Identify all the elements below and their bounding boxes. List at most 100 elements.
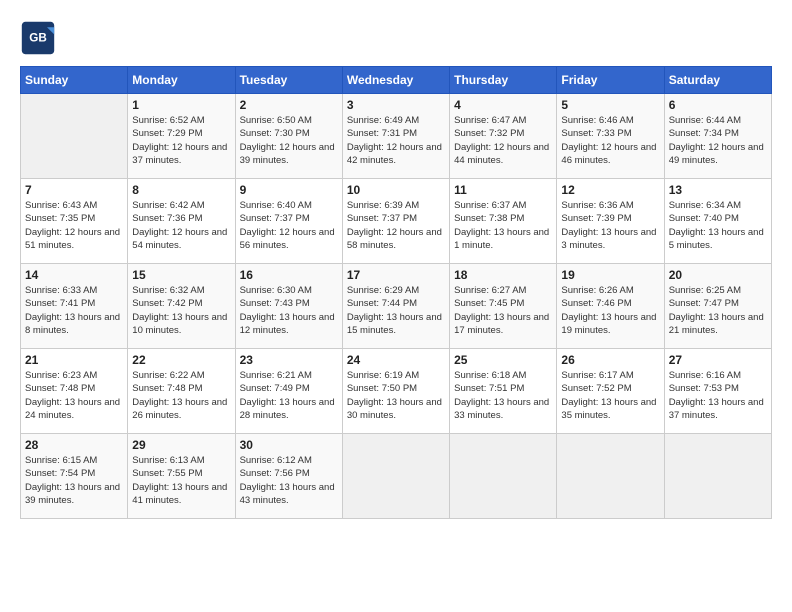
day-info: Sunrise: 6:25 AMSunset: 7:47 PMDaylight:… (669, 284, 767, 337)
weekday-header-friday: Friday (557, 67, 664, 94)
day-number: 15 (132, 268, 230, 282)
calendar-day-cell: 26 Sunrise: 6:17 AMSunset: 7:52 PMDayligh… (557, 349, 664, 434)
calendar-day-cell: 12 Sunrise: 6:36 AMSunset: 7:39 PMDayligh… (557, 179, 664, 264)
day-number: 25 (454, 353, 552, 367)
day-info: Sunrise: 6:15 AMSunset: 7:54 PMDaylight:… (25, 454, 123, 507)
calendar-day-cell: 10 Sunrise: 6:39 AMSunset: 7:37 PMDayligh… (342, 179, 449, 264)
day-info: Sunrise: 6:18 AMSunset: 7:51 PMDaylight:… (454, 369, 552, 422)
day-number: 23 (240, 353, 338, 367)
day-number: 6 (669, 98, 767, 112)
empty-calendar-cell (21, 94, 128, 179)
weekday-header-sunday: Sunday (21, 67, 128, 94)
day-number: 1 (132, 98, 230, 112)
calendar-day-cell: 22Sunrise: 6:22 AMSunset: 7:48 PMDayligh… (128, 349, 235, 434)
logo-icon: GB (20, 20, 56, 56)
svg-text:GB: GB (29, 32, 47, 45)
day-info: Sunrise: 6:39 AMSunset: 7:37 PMDaylight:… (347, 199, 445, 252)
day-info: Sunrise: 6:29 AMSunset: 7:44 PMDaylight:… (347, 284, 445, 337)
empty-calendar-cell (664, 434, 771, 519)
day-info: Sunrise: 6:36 AMSunset: 7:39 PMDaylight:… (561, 199, 659, 252)
day-number: 16 (240, 268, 338, 282)
day-info: Sunrise: 6:42 AMSunset: 7:36 PMDaylight:… (132, 199, 230, 252)
day-info: Sunrise: 6:16 AMSunset: 7:53 PMDaylight:… (669, 369, 767, 422)
day-number: 19 (561, 268, 659, 282)
calendar-day-cell: 25 Sunrise: 6:18 AMSunset: 7:51 PMDayligh… (450, 349, 557, 434)
calendar-day-cell: 29 Sunrise: 6:13 AMSunset: 7:55 PMDayligh… (128, 434, 235, 519)
calendar-day-cell: 16 Sunrise: 6:30 AMSunset: 7:43 PMDayligh… (235, 264, 342, 349)
day-info: Sunrise: 6:26 AMSunset: 7:46 PMDaylight:… (561, 284, 659, 337)
day-info: Sunrise: 6:40 AMSunset: 7:37 PMDaylight:… (240, 199, 338, 252)
day-info: Sunrise: 6:44 AMSunset: 7:34 PMDaylight:… (669, 114, 767, 167)
day-number: 9 (240, 183, 338, 197)
day-info: Sunrise: 6:19 AMSunset: 7:50 PMDaylight:… (347, 369, 445, 422)
weekday-header-saturday: Saturday (664, 67, 771, 94)
day-info: Sunrise: 6:32 AMSunset: 7:42 PMDaylight:… (132, 284, 230, 337)
weekday-header-row: SundayMondayTuesdayWednesdayThursdayFrid… (21, 67, 772, 94)
empty-calendar-cell (450, 434, 557, 519)
calendar-day-cell: 18Sunrise: 6:27 AMSunset: 7:45 PMDayligh… (450, 264, 557, 349)
day-number: 12 (561, 183, 659, 197)
day-info: Sunrise: 6:49 AMSunset: 7:31 PMDaylight:… (347, 114, 445, 167)
day-number: 28 (25, 438, 123, 452)
day-info: Sunrise: 6:17 AMSunset: 7:52 PMDaylight:… (561, 369, 659, 422)
day-number: 30 (240, 438, 338, 452)
calendar-day-cell: 8 Sunrise: 6:42 AMSunset: 7:36 PMDaylight… (128, 179, 235, 264)
empty-calendar-cell (342, 434, 449, 519)
day-info: Sunrise: 6:33 AMSunset: 7:41 PMDaylight:… (25, 284, 123, 337)
calendar-day-cell: 14 Sunrise: 6:33 AMSunset: 7:41 PMDayligh… (21, 264, 128, 349)
day-number: 4 (454, 98, 552, 112)
calendar-week-row: 21 Sunrise: 6:23 AMSunset: 7:48 PMDayligh… (21, 349, 772, 434)
calendar-day-cell: 30 Sunrise: 6:12 AMSunset: 7:56 PMDayligh… (235, 434, 342, 519)
calendar-day-cell: 21 Sunrise: 6:23 AMSunset: 7:48 PMDayligh… (21, 349, 128, 434)
logo: GB (20, 20, 62, 56)
calendar-week-row: 1 Sunrise: 6:52 AMSunset: 7:29 PMDaylight… (21, 94, 772, 179)
day-info: Sunrise: 6:23 AMSunset: 7:48 PMDaylight:… (25, 369, 123, 422)
day-number: 14 (25, 268, 123, 282)
day-info: Sunrise: 6:46 AMSunset: 7:33 PMDaylight:… (561, 114, 659, 167)
day-info: Sunrise: 6:12 AMSunset: 7:56 PMDaylight:… (240, 454, 338, 507)
calendar-day-cell: 11 Sunrise: 6:37 AMSunset: 7:38 PMDayligh… (450, 179, 557, 264)
day-number: 27 (669, 353, 767, 367)
day-info: Sunrise: 6:52 AMSunset: 7:29 PMDaylight:… (132, 114, 230, 167)
calendar-day-cell: 4 Sunrise: 6:47 AMSunset: 7:32 PMDaylight… (450, 94, 557, 179)
day-number: 18 (454, 268, 552, 282)
weekday-header-thursday: Thursday (450, 67, 557, 94)
weekday-header-tuesday: Tuesday (235, 67, 342, 94)
calendar-day-cell: 15 Sunrise: 6:32 AMSunset: 7:42 PMDayligh… (128, 264, 235, 349)
day-info: Sunrise: 6:21 AMSunset: 7:49 PMDaylight:… (240, 369, 338, 422)
calendar-day-cell: 2Sunrise: 6:50 AMSunset: 7:30 PMDaylight… (235, 94, 342, 179)
day-number: 11 (454, 183, 552, 197)
day-number: 20 (669, 268, 767, 282)
day-info: Sunrise: 6:30 AMSunset: 7:43 PMDaylight:… (240, 284, 338, 337)
page-header: GB (20, 20, 772, 56)
calendar-day-cell: 6 Sunrise: 6:44 AMSunset: 7:34 PMDaylight… (664, 94, 771, 179)
calendar-week-row: 14 Sunrise: 6:33 AMSunset: 7:41 PMDayligh… (21, 264, 772, 349)
weekday-header-monday: Monday (128, 67, 235, 94)
calendar-day-cell: 27 Sunrise: 6:16 AMSunset: 7:53 PMDayligh… (664, 349, 771, 434)
calendar-week-row: 28 Sunrise: 6:15 AMSunset: 7:54 PMDayligh… (21, 434, 772, 519)
day-info: Sunrise: 6:22 AMSunset: 7:48 PMDaylight:… (132, 369, 230, 422)
day-number: 10 (347, 183, 445, 197)
calendar-table: SundayMondayTuesdayWednesdayThursdayFrid… (20, 66, 772, 519)
day-info: Sunrise: 6:13 AMSunset: 7:55 PMDaylight:… (132, 454, 230, 507)
day-number: 5 (561, 98, 659, 112)
empty-calendar-cell (557, 434, 664, 519)
calendar-day-cell: 5 Sunrise: 6:46 AMSunset: 7:33 PMDaylight… (557, 94, 664, 179)
day-number: 21 (25, 353, 123, 367)
day-number: 13 (669, 183, 767, 197)
day-number: 17 (347, 268, 445, 282)
day-number: 8 (132, 183, 230, 197)
calendar-day-cell: 20 Sunrise: 6:25 AMSunset: 7:47 PMDayligh… (664, 264, 771, 349)
day-number: 24 (347, 353, 445, 367)
calendar-day-cell: 3 Sunrise: 6:49 AMSunset: 7:31 PMDaylight… (342, 94, 449, 179)
calendar-day-cell: 24 Sunrise: 6:19 AMSunset: 7:50 PMDayligh… (342, 349, 449, 434)
day-number: 3 (347, 98, 445, 112)
calendar-week-row: 7Sunrise: 6:43 AMSunset: 7:35 PMDaylight… (21, 179, 772, 264)
day-number: 29 (132, 438, 230, 452)
day-info: Sunrise: 6:34 AMSunset: 7:40 PMDaylight:… (669, 199, 767, 252)
calendar-day-cell: 1 Sunrise: 6:52 AMSunset: 7:29 PMDaylight… (128, 94, 235, 179)
day-info: Sunrise: 6:37 AMSunset: 7:38 PMDaylight:… (454, 199, 552, 252)
day-info: Sunrise: 6:47 AMSunset: 7:32 PMDaylight:… (454, 114, 552, 167)
calendar-day-cell: 7Sunrise: 6:43 AMSunset: 7:35 PMDaylight… (21, 179, 128, 264)
day-number: 26 (561, 353, 659, 367)
